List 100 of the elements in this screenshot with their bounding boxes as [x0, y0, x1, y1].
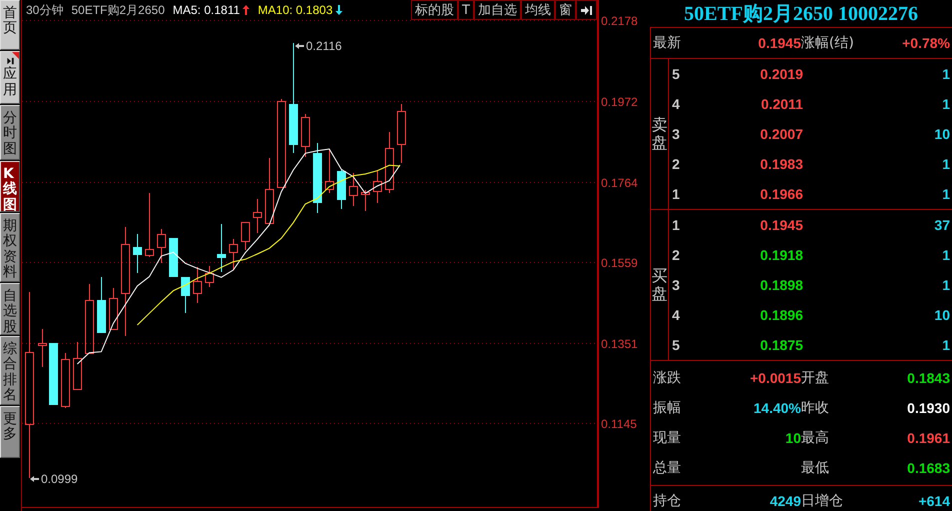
order-volume: 1: [941, 156, 950, 172]
order-price: 0.1918: [759, 247, 803, 263]
candlestick: [97, 276, 106, 333]
level-number: 3: [672, 277, 681, 293]
order-volume: 10: [933, 126, 950, 142]
axis-label: 0.1972: [601, 95, 638, 109]
candlestick: [253, 198, 262, 234]
field-label: 开盘: [801, 369, 830, 387]
order-volume: 37: [933, 217, 950, 233]
toolbar-button[interactable]: 标的股: [411, 0, 458, 20]
candlestick: [325, 148, 334, 194]
level-number: 1: [672, 186, 681, 202]
candlestick: [385, 132, 394, 194]
toolbar-button[interactable]: 加自选: [474, 0, 521, 20]
field-value: 14.40%: [752, 400, 801, 416]
toolbar-button[interactable]: T: [458, 0, 474, 20]
field-value: +0.78%: [901, 35, 950, 51]
axis-label: 0.1145: [601, 417, 637, 431]
sidebar-tab[interactable]: 首页: [0, 0, 20, 50]
candlestick: [373, 170, 382, 204]
arrow-icon: [30, 476, 39, 482]
candlestick: [313, 142, 322, 214]
order-volume: 1: [941, 96, 950, 112]
sidebar-tab[interactable]: 综合排名: [0, 336, 20, 405]
candlestick: [241, 222, 250, 250]
candlestick: [61, 352, 70, 408]
level-number: 4: [672, 307, 681, 323]
sidebar-tab[interactable]: 自选股: [0, 283, 20, 335]
sidebar-tab[interactable]: 应用: [0, 51, 20, 104]
candlestick: [361, 190, 370, 212]
period-label: 30分钟: [26, 2, 64, 18]
field-label: 持仓: [653, 492, 682, 510]
candlestick: [145, 192, 154, 258]
order-price: 0.2011: [760, 96, 803, 112]
quote-title: 50ETF购2月2650 10002276: [683, 2, 919, 27]
candlestick: [193, 266, 202, 304]
candlestick: [229, 238, 238, 270]
candlestick: [157, 228, 166, 264]
field-value: 4249: [768, 493, 801, 509]
level-number: 5: [672, 337, 681, 353]
order-volume: 1: [941, 277, 950, 293]
candlestick: [49, 343, 58, 405]
axis-label: 0.1351: [601, 337, 638, 351]
field-value: +614: [917, 493, 950, 509]
candlestick: [133, 234, 142, 274]
candlestick: [38, 328, 47, 368]
play-icon: [6, 57, 14, 66]
toolbar-button[interactable]: 窗: [555, 0, 576, 20]
order-volume: 1: [941, 337, 950, 353]
level-number: 1: [672, 217, 681, 233]
field-label: 日增仓: [801, 492, 844, 510]
candlestick: [169, 238, 178, 277]
candlestick: [85, 284, 94, 354]
field-value: 10: [784, 430, 801, 446]
level-number: 5: [672, 66, 681, 82]
order-volume: 1: [941, 247, 950, 263]
order-side-label: 卖盘: [652, 116, 668, 152]
order-price: 0.1966: [759, 186, 803, 202]
field-label: 最新: [653, 34, 682, 52]
sidebar-tab[interactable]: 分时图: [0, 105, 20, 160]
sidebar-tab[interactable]: K线图: [0, 161, 20, 212]
order-price: 0.1983: [759, 156, 803, 172]
field-label: 现量: [653, 429, 682, 447]
order-volume: 1: [941, 186, 950, 202]
toolbar-button[interactable]: 均线: [521, 0, 555, 20]
level-number: 3: [672, 126, 681, 142]
candlestick: [397, 104, 406, 164]
field-value: 0.1930: [906, 400, 950, 416]
level-number: 4: [672, 96, 681, 112]
moving-average-label: MA5: 0.1811: [172, 3, 240, 17]
order-price: 0.1896: [759, 307, 803, 323]
order-price: 0.1945: [759, 217, 803, 233]
order-volume: 10: [933, 307, 950, 323]
field-label: 最高: [801, 429, 830, 447]
candlestick: [349, 172, 358, 206]
candlestick: [181, 277, 190, 314]
field-value: +0.0015: [749, 370, 801, 386]
order-price: 0.1875: [759, 337, 803, 353]
order-price: 0.1898: [759, 277, 803, 293]
order-price: 0.2007: [759, 126, 803, 142]
axis-label: 0.1764: [601, 176, 638, 190]
field-label: 昨收: [801, 399, 830, 417]
field-value: 0.1961: [906, 430, 950, 446]
order-volume: 1: [941, 66, 950, 82]
sidebar-tab[interactable]: 期权资料: [0, 213, 20, 282]
collapse-icon: [581, 4, 592, 16]
collapse-button[interactable]: [576, 0, 597, 20]
moving-average-label: MA10: 0.1803: [258, 3, 333, 17]
sidebar-tab[interactable]: 更多: [0, 406, 20, 458]
field-value: 0.1843: [906, 370, 950, 386]
order-price: 0.2019: [759, 66, 803, 82]
axis-label: 0.1559: [601, 256, 638, 270]
candlestick: [217, 224, 226, 272]
price-label: 0.2116: [306, 39, 342, 53]
field-value: 0.1945: [757, 35, 801, 51]
candlestick: [205, 266, 214, 288]
candlestick: [109, 288, 118, 330]
arrow-icon: [295, 43, 304, 49]
order-side-label: 买盘: [652, 267, 668, 303]
candlestick: [73, 342, 82, 390]
